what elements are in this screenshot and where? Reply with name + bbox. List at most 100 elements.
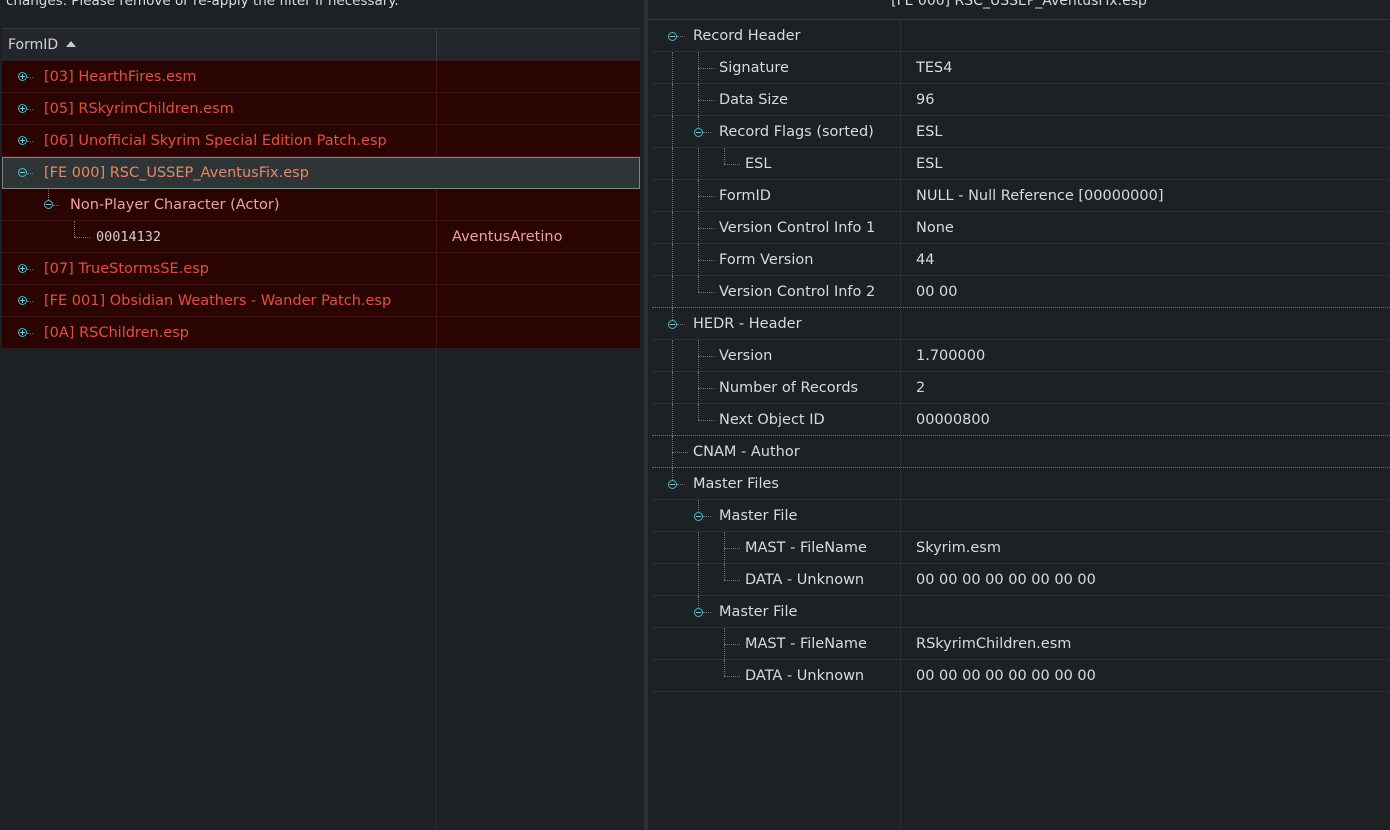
tree-row-label: [0A] RSChildren.esp <box>44 325 189 341</box>
column-divider <box>900 308 901 339</box>
column-divider <box>900 276 901 307</box>
element-row[interactable]: Next Object ID 00000800 <box>652 404 1390 436</box>
tree-connector <box>672 244 673 276</box>
element-value[interactable]: ESL <box>916 148 942 180</box>
element-value[interactable]: 1.700000 <box>916 340 985 372</box>
element-value[interactable]: None <box>916 212 954 244</box>
element-value[interactable]: 00 00 00 00 00 00 00 00 <box>916 660 1096 692</box>
tree-row-truestorms[interactable]: [07] TrueStormsSE.esp <box>2 253 640 285</box>
tree-connector <box>27 141 33 142</box>
element-row[interactable]: Form Version 44 <box>652 244 1390 276</box>
master-file-node[interactable]: Master File <box>652 500 1390 532</box>
element-name: Master File <box>719 604 798 620</box>
record-header-node[interactable]: Record Header <box>652 20 1390 52</box>
column-divider <box>900 532 901 563</box>
column-divider <box>900 340 901 371</box>
element-row[interactable]: MAST - FileName Skyrim.esm <box>652 532 1390 564</box>
element-row[interactable]: Data Size 96 <box>652 84 1390 116</box>
element-value[interactable]: 00 00 00 00 00 00 00 00 <box>916 564 1096 596</box>
element-row[interactable]: Number of Records 2 <box>652 372 1390 404</box>
tree-row-ussep[interactable]: [06] Unofficial Skyrim Special Edition P… <box>2 125 640 157</box>
tree-row-rskyrimchildren[interactable]: [05] RSkyrimChildren.esm <box>2 93 640 125</box>
element-value[interactable]: 00 00 <box>916 276 958 308</box>
record-formid: 00014132 <box>96 229 162 245</box>
element-value[interactable]: 96 <box>916 84 934 116</box>
tree-connector <box>698 292 714 293</box>
collapse-minus-icon[interactable] <box>668 480 677 489</box>
expand-plus-icon[interactable] <box>18 72 27 81</box>
tree-row-obsidian-weathers[interactable]: [FE 001] Obsidian Weathers - Wander Patc… <box>2 285 640 317</box>
element-row[interactable]: DATA - Unknown 00 00 00 00 00 00 00 00 <box>652 564 1390 596</box>
tree-row-npc-record[interactable]: 00014132 AventusAretino <box>2 221 640 253</box>
element-value[interactable]: Skyrim.esm <box>916 532 1001 564</box>
tree-connector <box>677 324 685 325</box>
tree-row-rschildren[interactable]: [0A] RSChildren.esp <box>2 317 640 349</box>
element-name: DATA - Unknown <box>745 668 865 684</box>
collapse-minus-icon[interactable] <box>668 32 677 41</box>
master-file-node[interactable]: Master File <box>652 596 1390 628</box>
element-row[interactable]: FormID NULL - Null Reference [00000000] <box>652 180 1390 212</box>
collapse-minus-icon[interactable] <box>694 128 703 137</box>
element-row[interactable]: DATA - Unknown 00 00 00 00 00 00 00 00 <box>652 660 1390 692</box>
tree-connector <box>724 148 725 164</box>
expand-plus-icon[interactable] <box>18 264 27 273</box>
tree-connector <box>698 356 714 357</box>
element-row[interactable]: Version 1.700000 <box>652 340 1390 372</box>
tree-connector <box>27 173 33 174</box>
column-divider <box>900 20 901 51</box>
expand-plus-icon[interactable] <box>18 328 27 337</box>
element-value[interactable]: 44 <box>916 244 934 276</box>
element-name: MAST - FileName <box>745 540 867 556</box>
cnam-author-node[interactable]: CNAM - Author <box>652 436 1390 468</box>
column-divider <box>436 253 437 284</box>
tree-connector <box>672 468 673 480</box>
element-name: Version Control Info 1 <box>719 220 876 236</box>
expand-plus-icon[interactable] <box>18 104 27 113</box>
element-row[interactable]: ESL ESL <box>652 148 1390 180</box>
expand-plus-icon[interactable] <box>18 296 27 305</box>
tree-connector <box>703 132 711 133</box>
collapse-minus-icon[interactable] <box>668 320 677 329</box>
tree-connector <box>698 228 714 229</box>
tree-connector <box>703 516 711 517</box>
tree-connector <box>698 564 699 596</box>
element-value[interactable]: RSkyrimChildren.esm <box>916 628 1071 660</box>
tree-row-aventusfix-selected[interactable]: [FE 000] RSC_USSEP_AventusFix.esp <box>2 157 640 189</box>
record-flags-node[interactable]: Record Flags (sorted) ESL <box>652 116 1390 148</box>
master-files-node[interactable]: Master Files <box>652 468 1390 500</box>
tree-row-npc-group[interactable]: Non-Player Character (Actor) <box>2 189 640 221</box>
element-name: Version Control Info 2 <box>719 284 876 300</box>
collapse-minus-icon[interactable] <box>694 608 703 617</box>
hedr-header-node[interactable]: HEDR - Header <box>652 308 1390 340</box>
column-divider <box>900 564 901 595</box>
collapse-minus-icon[interactable] <box>44 200 53 209</box>
record-view-title: [FE 000] RSC_USSEP_AventusFix.esp <box>648 0 1390 20</box>
column-divider <box>900 84 901 115</box>
element-row[interactable]: Signature TES4 <box>652 52 1390 84</box>
tree-connector <box>677 36 685 37</box>
record-editor-id: AventusAretino <box>452 229 563 245</box>
element-value[interactable]: TES4 <box>916 52 952 84</box>
column-divider <box>436 285 437 316</box>
element-name: Master Files <box>693 476 779 492</box>
collapse-minus-icon[interactable] <box>694 512 703 521</box>
element-row[interactable]: MAST - FileName RSkyrimChildren.esm <box>652 628 1390 660</box>
element-name: CNAM - Author <box>693 444 800 460</box>
element-name: Record Flags (sorted) <box>719 124 874 140</box>
collapse-minus-icon[interactable] <box>18 168 27 177</box>
tree-connector <box>698 196 714 197</box>
element-name: Data Size <box>719 92 788 108</box>
tree-row-hearthfires[interactable]: [03] HearthFires.esm <box>2 61 640 93</box>
formid-column-label: FormID <box>8 37 59 53</box>
element-value[interactable]: ESL <box>916 116 942 148</box>
tree-row-label: Non-Player Character (Actor) <box>70 197 280 213</box>
expand-plus-icon[interactable] <box>18 136 27 145</box>
column-divider <box>900 404 901 435</box>
tree-connector <box>724 644 740 645</box>
element-row[interactable]: Version Control Info 2 00 00 <box>652 276 1390 308</box>
formid-column-header[interactable]: FormID <box>8 29 437 61</box>
element-value[interactable]: NULL - Null Reference [00000000] <box>916 180 1164 212</box>
element-value[interactable]: 00000800 <box>916 404 990 436</box>
element-value[interactable]: 2 <box>916 372 925 404</box>
element-row[interactable]: Version Control Info 1 None <box>652 212 1390 244</box>
